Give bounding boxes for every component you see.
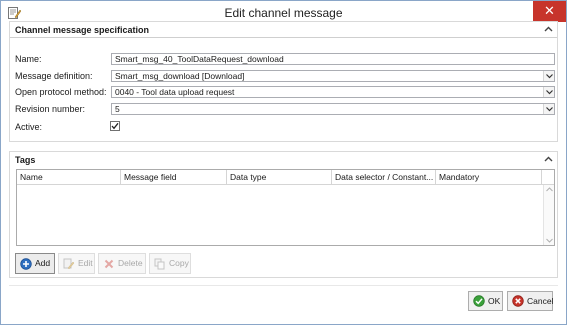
dropdown-button[interactable] <box>543 104 554 114</box>
delete-button[interactable]: Delete <box>98 253 146 274</box>
column-header-name[interactable]: Name <box>17 170 121 185</box>
edit-channel-message-dialog: Edit channel message ✕ Channel message s… <box>0 0 567 325</box>
open-protocol-method-dropdown[interactable]: 0040 - Tool data upload request <box>111 86 555 98</box>
add-button-label: Add <box>35 258 51 268</box>
section-title: Tags <box>15 155 36 165</box>
tags-table: Name Message field Data type Data select… <box>16 169 555 246</box>
chevron-down-icon <box>546 107 553 112</box>
ok-checkmark-icon <box>473 295 485 307</box>
section-title: Channel message specification <box>15 25 150 35</box>
message-definition-dropdown[interactable]: Smart_msg_download [Download] <box>111 70 555 82</box>
window-title: Edit channel message <box>224 6 343 20</box>
open-protocol-method-label: Open protocol method: <box>15 87 107 97</box>
active-checkbox[interactable] <box>110 121 120 131</box>
revision-number-dropdown[interactable]: 5 <box>111 103 555 115</box>
delete-icon <box>104 259 114 269</box>
column-header-data-type[interactable]: Data type <box>227 170 332 185</box>
name-value: Smart_msg_40_ToolDataRequest_download <box>115 54 284 64</box>
close-button[interactable]: ✕ <box>533 1 566 22</box>
revision-number-value: 5 <box>115 104 120 114</box>
footer-divider <box>9 285 558 286</box>
copy-button-label: Copy <box>169 258 189 268</box>
chevron-up-icon[interactable] <box>544 25 553 34</box>
column-header-mandatory[interactable]: Mandatory <box>436 170 542 185</box>
edit-button-label: Edit <box>78 258 93 268</box>
add-button[interactable]: Add <box>15 253 55 274</box>
name-label: Name: <box>15 54 42 64</box>
cancel-icon <box>512 295 524 307</box>
message-definition-label: Message definition: <box>15 71 93 81</box>
chevron-up-icon[interactable] <box>544 155 553 164</box>
scroll-up-icon[interactable] <box>546 187 553 192</box>
delete-button-label: Delete <box>118 258 143 268</box>
revision-number-label: Revision number: <box>15 104 86 114</box>
dropdown-button[interactable] <box>543 71 554 81</box>
tags-section: Tags Name Message field Data type Data s… <box>9 151 558 278</box>
cancel-button-label: Cancel <box>527 296 554 306</box>
chevron-down-icon <box>546 74 553 79</box>
column-header-data-selector[interactable]: Data selector / Constant... <box>332 170 436 185</box>
table-header: Name Message field Data type Data select… <box>17 170 554 185</box>
section-header[interactable]: Channel message specification <box>10 22 557 38</box>
chevron-down-icon <box>546 90 553 95</box>
scroll-down-icon[interactable] <box>546 238 553 243</box>
channel-message-specification-section: Channel message specification Name: Smar… <box>9 21 558 142</box>
copy-button[interactable]: Copy <box>149 253 191 274</box>
add-icon <box>20 258 32 270</box>
message-definition-value: Smart_msg_download [Download] <box>115 71 245 81</box>
ok-button-label: OK <box>488 296 501 306</box>
vertical-scrollbar[interactable] <box>543 185 554 245</box>
dropdown-button[interactable] <box>543 87 554 97</box>
name-field[interactable]: Smart_msg_40_ToolDataRequest_download <box>111 53 555 65</box>
open-protocol-method-value: 0040 - Tool data upload request <box>115 87 235 97</box>
edit-button[interactable]: Edit <box>58 253 95 274</box>
column-header-message-field[interactable]: Message field <box>121 170 227 185</box>
close-icon: ✕ <box>544 3 555 18</box>
ok-button[interactable]: OK <box>468 291 503 311</box>
active-label: Active: <box>15 122 43 132</box>
section-header[interactable]: Tags <box>10 152 557 168</box>
cancel-button[interactable]: Cancel <box>507 291 553 311</box>
copy-icon <box>154 258 165 270</box>
edit-icon <box>63 258 75 270</box>
checkmark-icon <box>111 122 119 130</box>
